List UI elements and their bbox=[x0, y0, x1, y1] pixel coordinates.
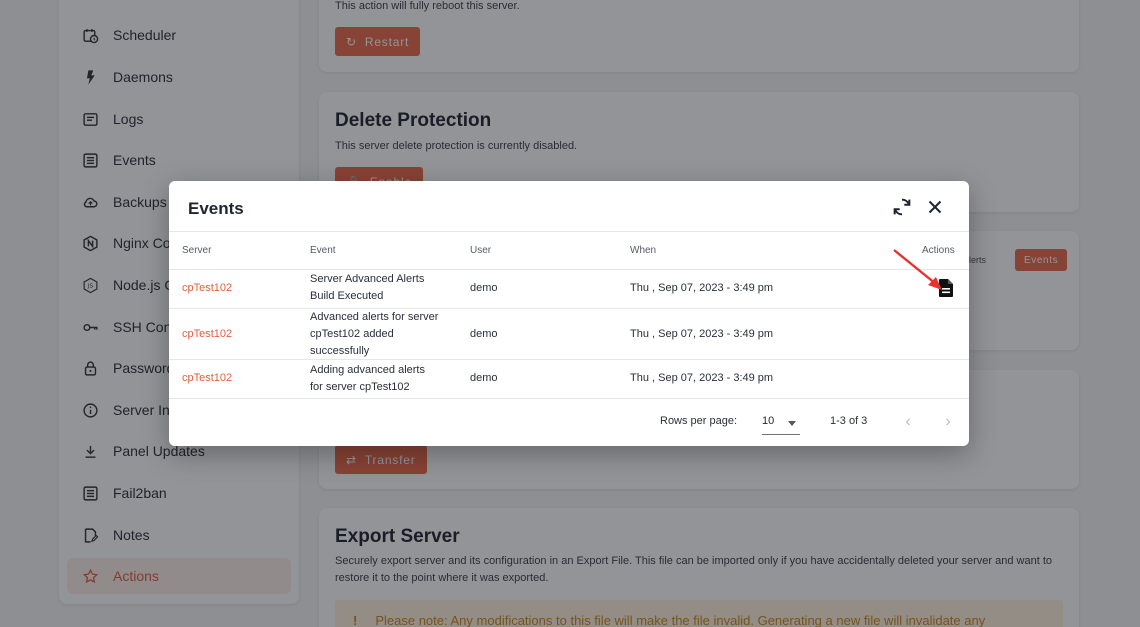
refresh-icon bbox=[893, 198, 911, 216]
event-text: Server Advanced Alerts Build Executed bbox=[310, 271, 424, 305]
event-text: Adding advanced alerts for server cpTest… bbox=[310, 362, 425, 396]
event-line: cpTest102 added bbox=[310, 328, 394, 340]
chevron-right-icon: › bbox=[945, 413, 951, 430]
close-icon bbox=[928, 200, 942, 214]
when-text: Thu , Sep 07, 2023 - 3:49 pm bbox=[630, 282, 774, 294]
column-header-when[interactable]: When bbox=[630, 245, 656, 256]
rows-per-page-value: 10 bbox=[762, 415, 775, 427]
user-text: demo bbox=[470, 372, 498, 384]
event-line: successfully bbox=[310, 345, 370, 357]
table-row: cpTest102 Adding advanced alerts for ser… bbox=[169, 360, 969, 399]
modal-title: Events bbox=[188, 199, 244, 218]
column-header-event[interactable]: Event bbox=[310, 245, 336, 256]
next-page-button[interactable]: › bbox=[939, 413, 957, 431]
annotation-arrow bbox=[893, 249, 942, 290]
table-row: cpTest102 Advanced alerts for server cpT… bbox=[169, 309, 969, 360]
rows-per-page-select[interactable]: 10 bbox=[762, 413, 800, 435]
user-text: demo bbox=[470, 328, 498, 340]
when-text: Thu , Sep 07, 2023 - 3:49 pm bbox=[630, 372, 774, 384]
event-line: Adding advanced alerts bbox=[310, 364, 425, 376]
rows-per-page-label: Rows per page: bbox=[660, 415, 738, 427]
event-line: Build Executed bbox=[310, 290, 384, 302]
refresh-button[interactable] bbox=[890, 195, 914, 219]
caret-down-icon bbox=[788, 421, 796, 426]
event-line: for server cpTest102 bbox=[310, 381, 410, 393]
when-text: Thu , Sep 07, 2023 - 3:49 pm bbox=[630, 328, 774, 340]
user-text: demo bbox=[470, 282, 498, 294]
event-text: Advanced alerts for server cpTest102 add… bbox=[310, 309, 438, 360]
pagination-range: 1-3 of 3 bbox=[830, 415, 868, 427]
column-header-user[interactable]: User bbox=[470, 245, 491, 256]
event-line: Server Advanced Alerts bbox=[310, 273, 425, 285]
previous-page-button[interactable]: ‹ bbox=[899, 413, 917, 431]
chevron-left-icon: ‹ bbox=[905, 413, 911, 430]
server-link[interactable]: cpTest102 bbox=[182, 280, 232, 297]
server-link[interactable]: cpTest102 bbox=[182, 370, 232, 387]
close-button[interactable] bbox=[923, 195, 947, 219]
column-header-server[interactable]: Server bbox=[182, 245, 211, 256]
event-line: Advanced alerts for server bbox=[310, 311, 439, 323]
server-link[interactable]: cpTest102 bbox=[182, 326, 232, 343]
table-row: cpTest102 Server Advanced Alerts Build E… bbox=[169, 270, 969, 309]
modal-header: Events bbox=[169, 181, 969, 232]
events-modal: Events Server Event User When Actions cp… bbox=[169, 181, 969, 446]
